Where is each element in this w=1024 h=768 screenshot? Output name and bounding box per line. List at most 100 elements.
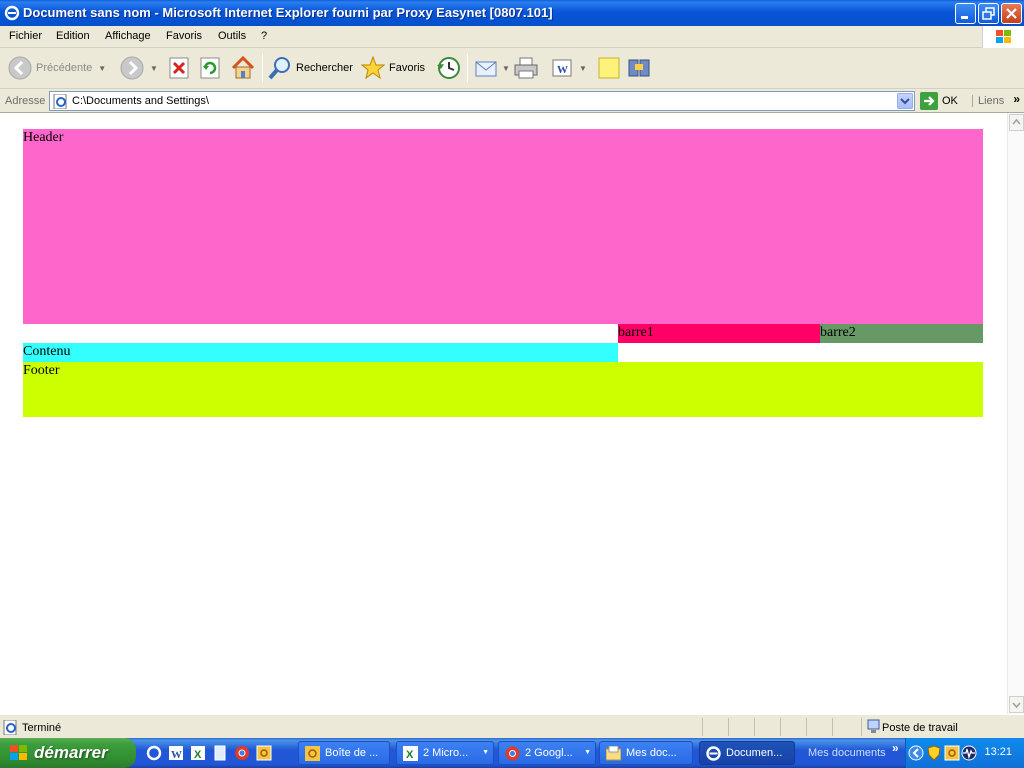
home-button[interactable] bbox=[230, 48, 256, 88]
history-button[interactable] bbox=[435, 48, 461, 88]
group-arrow-icon: ▼ bbox=[482, 749, 489, 756]
mail-icon bbox=[475, 61, 497, 77]
toolbar-overflow-icon[interactable]: » bbox=[1013, 92, 1020, 106]
task-label: 2 Micro... bbox=[423, 747, 469, 759]
windows-logo bbox=[982, 26, 1024, 48]
print-button[interactable] bbox=[513, 48, 539, 88]
menu-help[interactable]: ? bbox=[261, 30, 267, 42]
favorites-button[interactable]: Favoris bbox=[361, 48, 425, 88]
forward-dropdown-icon[interactable]: ▼ bbox=[150, 64, 158, 73]
edit-dropdown-icon[interactable]: ▼ bbox=[579, 64, 587, 73]
home-icon bbox=[231, 55, 255, 79]
windows-flag-icon bbox=[996, 30, 1011, 43]
mail-button[interactable]: ▼ bbox=[474, 48, 510, 88]
restore-button[interactable] bbox=[978, 3, 999, 24]
mes-documents-toolbar[interactable]: Mes documents bbox=[808, 747, 886, 759]
messenger-icon bbox=[628, 59, 650, 77]
clock[interactable]: 13:21 bbox=[984, 746, 1012, 758]
favorites-label: Favoris bbox=[389, 62, 426, 74]
svg-text:X: X bbox=[406, 749, 414, 761]
address-label: Adresse bbox=[5, 95, 46, 107]
chrome-quicklaunch-icon[interactable] bbox=[234, 745, 250, 761]
security-zone[interactable]: Poste de travail bbox=[861, 718, 1009, 736]
barre1-block: barre1 bbox=[618, 324, 820, 343]
task-chrome[interactable]: 2 Googl... ▼ bbox=[498, 741, 596, 765]
shield-icon[interactable] bbox=[926, 745, 942, 761]
scroll-up-button[interactable] bbox=[1009, 114, 1024, 131]
task-boite[interactable]: Boîte de ... bbox=[298, 741, 390, 765]
address-input[interactable]: C:\Documents and Settings\ bbox=[49, 91, 915, 111]
task-mes-documents[interactable]: Mes doc... bbox=[599, 741, 693, 765]
printer-icon bbox=[514, 57, 538, 79]
menu-edition[interactable]: Edition bbox=[56, 30, 90, 42]
task-excel[interactable]: X 2 Micro... ▼ bbox=[396, 741, 494, 765]
task-label: 2 Googl... bbox=[525, 747, 573, 759]
vertical-scrollbar[interactable] bbox=[1007, 113, 1024, 714]
menu-outils[interactable]: Outils bbox=[218, 30, 246, 42]
close-icon bbox=[1006, 8, 1017, 19]
excel-quicklaunch-icon[interactable]: X bbox=[190, 745, 206, 761]
chrome-task-icon bbox=[505, 746, 520, 761]
search-icon bbox=[268, 57, 290, 80]
network-activity-icon[interactable] bbox=[961, 745, 977, 761]
taskbar: démarrer W X Boîte de ... X 2 Micro... ▼… bbox=[0, 738, 1024, 768]
windows-flag-icon bbox=[10, 745, 27, 760]
app-quicklaunch-icon[interactable] bbox=[256, 745, 272, 761]
back-button[interactable]: Précédente ▼ bbox=[8, 48, 106, 88]
system-tray: 13:21 bbox=[905, 738, 1024, 768]
page-status-icon bbox=[3, 720, 17, 735]
toolbar-chevron-icon[interactable]: » bbox=[892, 741, 899, 755]
refresh-button[interactable] bbox=[199, 48, 221, 88]
status-bar: Terminé Poste de travail bbox=[0, 714, 1024, 738]
menu-favoris[interactable]: Favoris bbox=[166, 30, 202, 42]
mail-dropdown-icon[interactable]: ▼ bbox=[502, 64, 510, 73]
start-label: démarrer bbox=[34, 743, 108, 762]
footer-block: Footer bbox=[23, 362, 983, 417]
discuss-button[interactable] bbox=[597, 48, 621, 88]
address-dropdown-button[interactable] bbox=[897, 93, 913, 109]
start-button[interactable]: démarrer bbox=[0, 738, 136, 768]
forward-arrow-icon bbox=[120, 56, 144, 80]
word-quicklaunch-icon[interactable]: W bbox=[168, 745, 184, 761]
svg-text:W: W bbox=[171, 749, 182, 761]
back-dropdown-icon[interactable]: ▼ bbox=[98, 64, 106, 73]
folder-task-icon bbox=[606, 746, 621, 761]
tray-expand-icon[interactable] bbox=[908, 745, 924, 761]
star-icon bbox=[361, 56, 385, 80]
svg-text:W: W bbox=[557, 64, 568, 76]
quick-launch: W X bbox=[146, 745, 272, 761]
app-tray-icon[interactable] bbox=[944, 745, 960, 761]
task-label: Documen... bbox=[726, 747, 783, 759]
search-button[interactable]: Rechercher bbox=[268, 48, 353, 88]
menu-bar: Fichier Edition Affichage Favoris Outils… bbox=[0, 26, 1024, 48]
toolbar: Précédente ▼ ▼ Rechercher Favoris ▼ W ▼ bbox=[0, 48, 1024, 89]
title-bar[interactable]: Document sans nom - Microsoft Internet E… bbox=[0, 0, 1024, 26]
page-icon bbox=[53, 94, 67, 109]
stop-button[interactable] bbox=[168, 48, 190, 88]
address-value: C:\Documents and Settings\ bbox=[72, 95, 209, 107]
messenger-button[interactable] bbox=[627, 48, 653, 88]
address-bar: Adresse C:\Documents and Settings\ OK Li… bbox=[0, 89, 1024, 113]
excel-task-icon: X bbox=[403, 746, 418, 761]
task-document[interactable]: Documen... bbox=[699, 741, 795, 765]
menu-fichier[interactable]: Fichier bbox=[9, 30, 42, 42]
task-label: Boîte de ... bbox=[325, 747, 379, 759]
links-button[interactable]: Liens bbox=[972, 95, 1004, 107]
scroll-down-button[interactable] bbox=[1009, 696, 1024, 713]
forward-button[interactable]: ▼ bbox=[120, 48, 158, 88]
outlook-quicklaunch-icon[interactable] bbox=[212, 745, 228, 761]
svg-text:X: X bbox=[194, 749, 202, 761]
minimize-icon bbox=[961, 16, 968, 19]
group-arrow-icon: ▼ bbox=[584, 749, 591, 756]
header-block: Header bbox=[23, 129, 983, 324]
barre2-block: barre2 bbox=[820, 324, 983, 343]
menu-affichage[interactable]: Affichage bbox=[105, 30, 151, 42]
scroll-up-icon bbox=[1012, 118, 1021, 125]
minimize-button[interactable] bbox=[955, 3, 976, 24]
go-button[interactable]: OK bbox=[920, 92, 958, 110]
task-label: Mes doc... bbox=[626, 747, 677, 759]
ie-quicklaunch-icon[interactable] bbox=[146, 745, 162, 761]
close-button[interactable] bbox=[1001, 3, 1022, 24]
chevron-down-icon bbox=[900, 98, 910, 105]
edit-button[interactable]: W ▼ bbox=[551, 48, 587, 88]
